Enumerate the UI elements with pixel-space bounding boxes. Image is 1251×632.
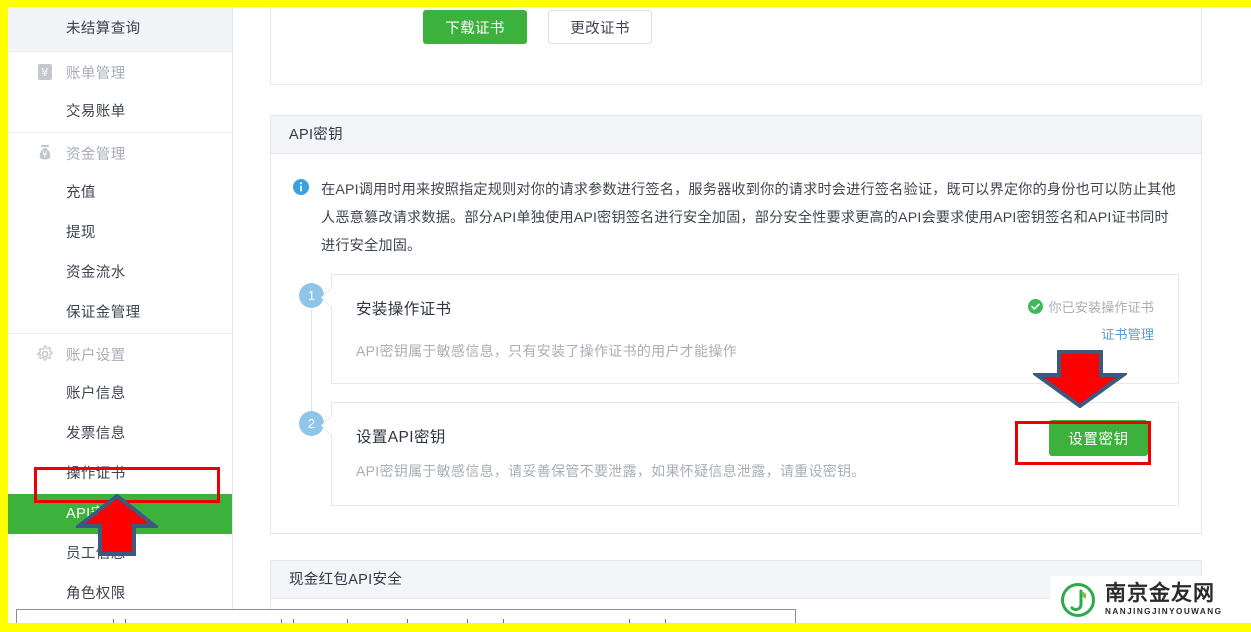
sidebar: 未结算查询 ¥ 账单管理 交易账单 <box>8 7 233 623</box>
sidebar-item-recharge[interactable]: 充值 <box>8 173 232 213</box>
api-key-notice-text: 在API调用时用来按照指定规则对你的请求参数进行签名，服务器收到你的请求时会进行… <box>321 176 1179 260</box>
status-text: 你已安装操作证书 <box>1049 297 1155 316</box>
step-description: API密钥属于敏感信息，请妥善保管不要泄露，如果怀疑信息泄露，请重设密钥。 <box>356 461 1154 481</box>
step-description: API密钥属于敏感信息，只有安装了操作证书的用户才能操作 <box>356 341 1154 361</box>
sidebar-item-invoice-info[interactable]: 发票信息 <box>8 414 232 454</box>
api-key-notice: 在API调用时用来按照指定规则对你的请求参数进行签名，服务器收到你的请求时会进行… <box>271 154 1201 266</box>
certificate-installed-status: 你已安装操作证书 <box>1028 297 1155 316</box>
step-number-badge: 2 <box>299 411 324 436</box>
set-api-key-button[interactable]: 设置密钥 <box>1049 420 1148 456</box>
watermark-text: 南京金友网 NANJINGJINYOUWANG <box>1105 582 1222 617</box>
sidebar-item-label: 资金流水 <box>66 265 126 281</box>
watermark-logo: 南京金友网 NANJINGJINYOUWANG <box>1050 576 1250 623</box>
main-content: 下载证书 更改证书 API密钥 在API调用时用来按照指定规则对你的请求参数 <box>234 7 1251 623</box>
sidebar-item-operation-certificate[interactable]: 操作证书 <box>8 454 232 494</box>
step-set-api-key: 2 设置API密钥 API密钥属于敏感信息，请妥善保管不要泄露，如果怀疑信息泄露… <box>293 402 1179 506</box>
check-circle-icon <box>1028 299 1043 314</box>
step-card: 安装操作证书 API密钥属于敏感信息，只有安装了操作证书的用户才能操作 <box>331 274 1179 384</box>
sidebar-item-label: API安全 <box>66 506 120 522</box>
change-certificate-button[interactable]: 更改证书 <box>548 10 652 44</box>
certificate-button-row: 下载证书 更改证书 <box>423 10 652 44</box>
step-number-badge: 1 <box>299 283 324 308</box>
sidebar-item-label: 账户信息 <box>66 386 126 402</box>
svg-text:¥: ¥ <box>42 150 48 159</box>
step-title: 设置API密钥 <box>356 425 1154 447</box>
info-icon <box>293 179 309 195</box>
sidebar-item-transaction-bill[interactable]: 交易账单 <box>8 92 232 132</box>
sidebar-item-label: 发票信息 <box>66 426 126 442</box>
sidebar-item-label: 员工信息 <box>66 546 126 562</box>
gear-icon <box>36 345 58 363</box>
sidebar-group-label: 账户设置 <box>66 344 126 365</box>
bottom-cutoff-element <box>16 609 796 623</box>
watermark-chinese: 南京金友网 <box>1105 582 1222 605</box>
sidebar-item-unsettled-query[interactable]: 未结算查询 <box>8 7 232 51</box>
sidebar-item-label: 操作证书 <box>66 466 126 482</box>
money-bag-icon: ¥ <box>36 144 58 162</box>
sidebar-group-header-account-settings: 账户设置 <box>8 334 232 374</box>
sidebar-group-settlement: 未结算查询 <box>8 7 232 52</box>
sidebar-item-role-permission[interactable]: 角色权限 <box>8 574 232 614</box>
sidebar-item-label: 提现 <box>66 225 96 241</box>
sidebar-item-account-info[interactable]: 账户信息 <box>8 374 232 414</box>
api-key-steps: 1 安装操作证书 API密钥属于敏感信息，只有安装了操作证书的用户才能操作 <box>271 266 1201 546</box>
sidebar-group-funds: ¥ 资金管理 充值 提现 资金流水 保证金管理 <box>8 133 232 334</box>
sidebar-item-label: 角色权限 <box>66 586 126 602</box>
sidebar-group-header-funds: ¥ 资金管理 <box>8 133 232 173</box>
step-card: 设置API密钥 API密钥属于敏感信息，请妥善保管不要泄露，如果怀疑信息泄露，请… <box>331 402 1179 506</box>
step-rail: 1 <box>293 274 331 384</box>
step-connector-line <box>311 310 312 414</box>
sidebar-item-withdraw[interactable]: 提现 <box>8 213 232 253</box>
bill-icon: ¥ <box>36 63 58 81</box>
api-key-panel-title: API密钥 <box>271 116 1201 154</box>
watermark-pinyin: NANJINGJINYOUWANG <box>1105 606 1222 617</box>
step-install-certificate: 1 安装操作证书 API密钥属于敏感信息，只有安装了操作证书的用户才能操作 <box>293 274 1179 384</box>
certificate-management-link[interactable]: 证书管理 <box>1028 324 1155 343</box>
nanjing-jinyou-logo-icon <box>1060 582 1096 618</box>
sidebar-item-label: 未结算查询 <box>66 21 141 37</box>
download-certificate-button[interactable]: 下载证书 <box>423 10 527 44</box>
sidebar-item-label: 交易账单 <box>66 104 126 120</box>
sidebar-group-account-settings: 账户设置 账户信息 发票信息 操作证书 API安全 员工信息 角 <box>8 334 232 623</box>
annotation-frame: 未结算查询 ¥ 账单管理 交易账单 <box>0 0 1251 632</box>
step-status-area: 你已安装操作证书 证书管理 <box>1028 297 1155 343</box>
step-rail: 2 <box>293 402 331 506</box>
certificate-panel: 下载证书 更改证书 <box>270 7 1202 85</box>
svg-text:¥: ¥ <box>41 66 48 79</box>
sidebar-item-label: 保证金管理 <box>66 305 141 321</box>
api-key-panel: API密钥 在API调用时用来按照指定规则对你的请求参数进行签名，服务器收到你的… <box>270 115 1202 534</box>
sidebar-item-fund-flow[interactable]: 资金流水 <box>8 253 232 293</box>
sidebar-item-label: 充值 <box>66 185 96 201</box>
sidebar-item-employee-info[interactable]: 员工信息 <box>8 534 232 574</box>
browser-viewport: 未结算查询 ¥ 账单管理 交易账单 <box>8 7 1251 623</box>
sidebar-item-api-security[interactable]: API安全 <box>8 494 232 534</box>
sidebar-group-label: 资金管理 <box>66 143 126 164</box>
sidebar-item-deposit-management[interactable]: 保证金管理 <box>8 293 232 333</box>
sidebar-group-label: 账单管理 <box>66 62 126 83</box>
sidebar-group-bill: ¥ 账单管理 交易账单 <box>8 52 232 133</box>
sidebar-group-header-bill: ¥ 账单管理 <box>8 52 232 92</box>
